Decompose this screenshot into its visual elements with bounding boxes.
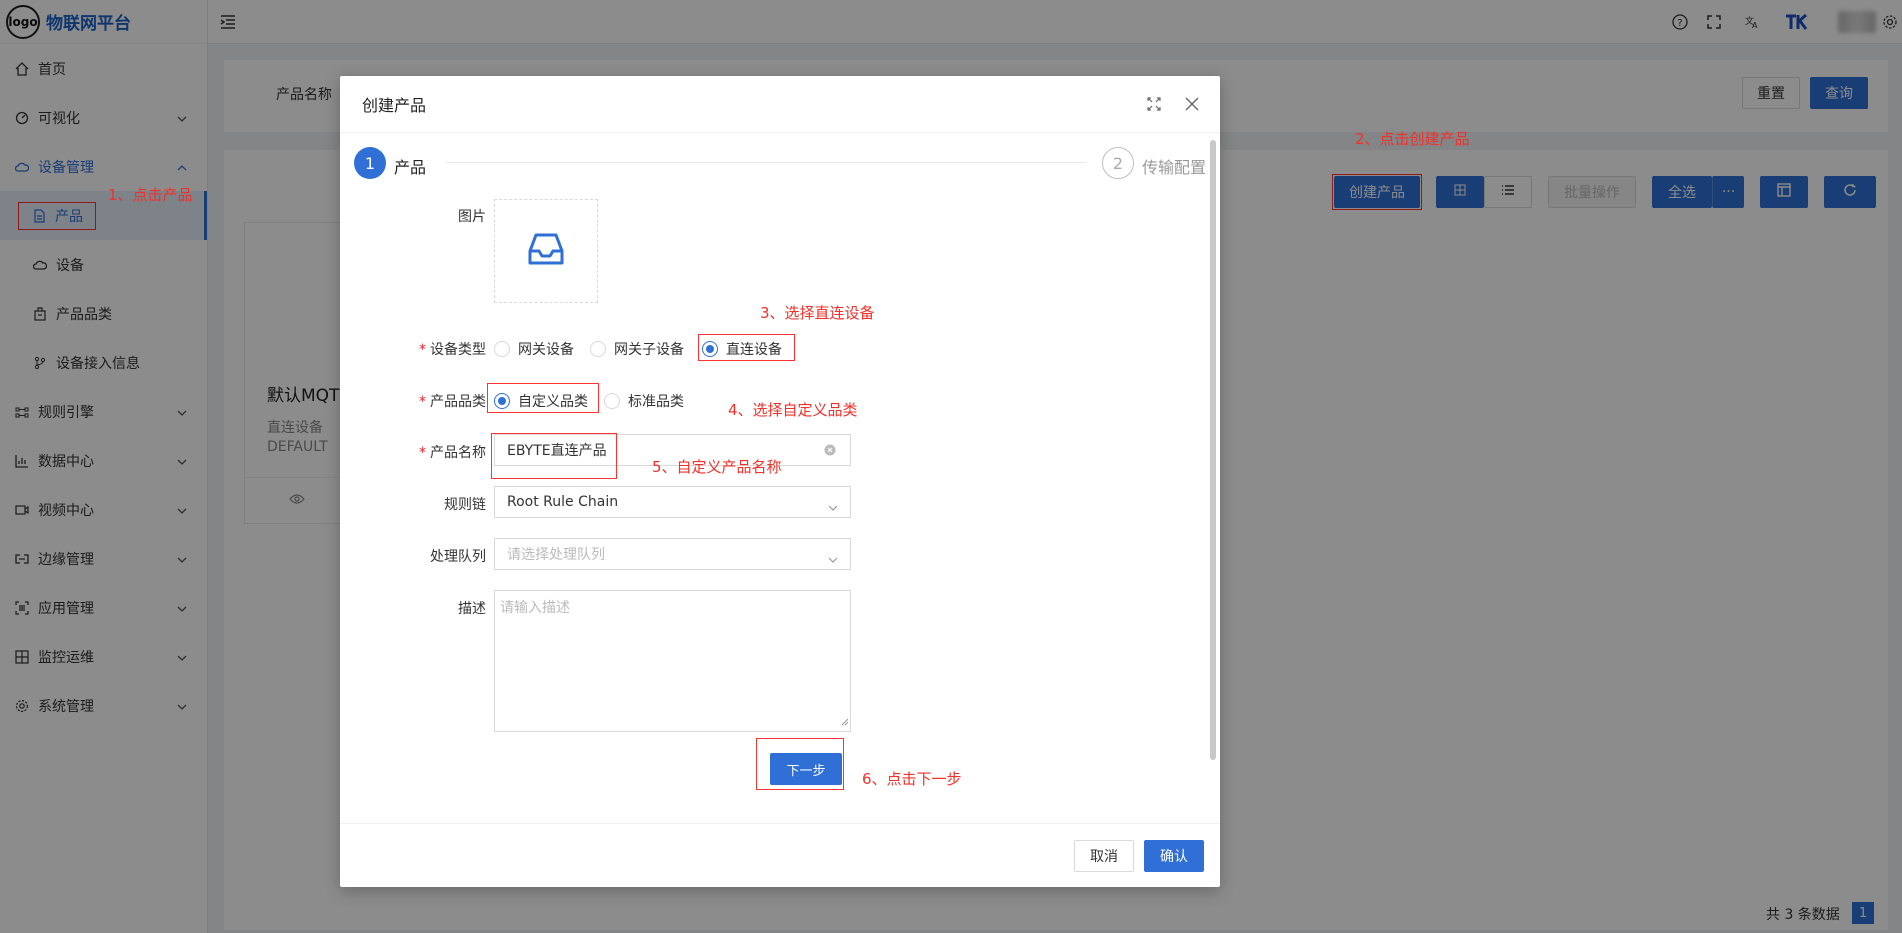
category-label-text: 产品品类: [430, 394, 486, 410]
step-1-circle: 1: [354, 147, 386, 179]
radio-dot: [590, 341, 606, 357]
step-2-label: 传输配置: [1142, 158, 1207, 177]
description-textarea[interactable]: 请输入描述: [494, 590, 851, 732]
rule-chain-select[interactable]: Root Rule Chain: [494, 486, 851, 518]
direct-device-highlight: [698, 334, 795, 361]
close-icon[interactable]: [1182, 94, 1202, 114]
queue-placeholder: 请选择处理队列: [507, 547, 605, 563]
cancel-button[interactable]: 取消: [1074, 840, 1134, 872]
annotation-step-2: 2、点击创建产品: [1355, 130, 1470, 148]
steps-connector: [446, 162, 1086, 163]
custom-category-highlight: [487, 383, 599, 413]
clear-icon[interactable]: [824, 444, 836, 460]
modal-title: 创建产品: [362, 96, 427, 115]
inbox-icon: [527, 232, 565, 270]
annotation-step-6: 6、点击下一步: [862, 770, 962, 788]
radio-label: 网关设备: [518, 342, 574, 358]
description-label: 描述: [458, 601, 486, 617]
maximize-icon[interactable]: [1144, 94, 1164, 114]
radio-gateway-sub-device[interactable]: 网关子设备: [590, 339, 684, 359]
next-step-highlight: [756, 738, 844, 790]
description-placeholder: 请输入描述: [500, 600, 570, 616]
modal-header: 创建产品: [340, 76, 1220, 133]
product-name-highlight: [491, 433, 617, 479]
step-1-label: 产品: [394, 158, 427, 177]
step-2-circle: 2: [1102, 147, 1134, 179]
annotation-step-4: 4、选择自定义品类: [728, 401, 858, 419]
chevron-down-icon: [828, 551, 838, 567]
confirm-button[interactable]: 确认: [1144, 840, 1204, 872]
resize-handle-icon[interactable]: [841, 714, 849, 730]
annotation-step-3: 3、选择直连设备: [760, 304, 875, 322]
product-name-label: * 产品名称: [419, 445, 486, 461]
rule-chain-label: 规则链: [444, 497, 486, 513]
annotation-step-1: 1、点击产品: [108, 186, 193, 204]
radio-standard-category[interactable]: 标准品类: [604, 391, 684, 411]
chevron-down-icon: [828, 499, 838, 515]
queue-label: 处理队列: [430, 549, 486, 565]
annotation-step-5: 5、自定义产品名称: [652, 458, 782, 476]
image-upload[interactable]: [494, 199, 598, 303]
modal-scrollbar[interactable]: [1210, 140, 1216, 760]
radio-label: 网关子设备: [614, 342, 684, 358]
modal-footer: 取消 确认: [340, 823, 1220, 887]
device-type-label: * 设备类型: [419, 342, 486, 358]
device-type-label-text: 设备类型: [430, 342, 486, 358]
category-label: * 产品品类: [419, 394, 486, 410]
radio-label: 标准品类: [628, 394, 684, 410]
radio-gateway-device[interactable]: 网关设备: [494, 339, 574, 359]
image-label: 图片: [458, 209, 486, 225]
radio-dot: [604, 393, 620, 409]
queue-select[interactable]: 请选择处理队列: [494, 538, 851, 570]
radio-dot: [494, 341, 510, 357]
product-name-label-text: 产品名称: [430, 445, 486, 461]
rule-chain-value: Root Rule Chain: [507, 494, 619, 510]
